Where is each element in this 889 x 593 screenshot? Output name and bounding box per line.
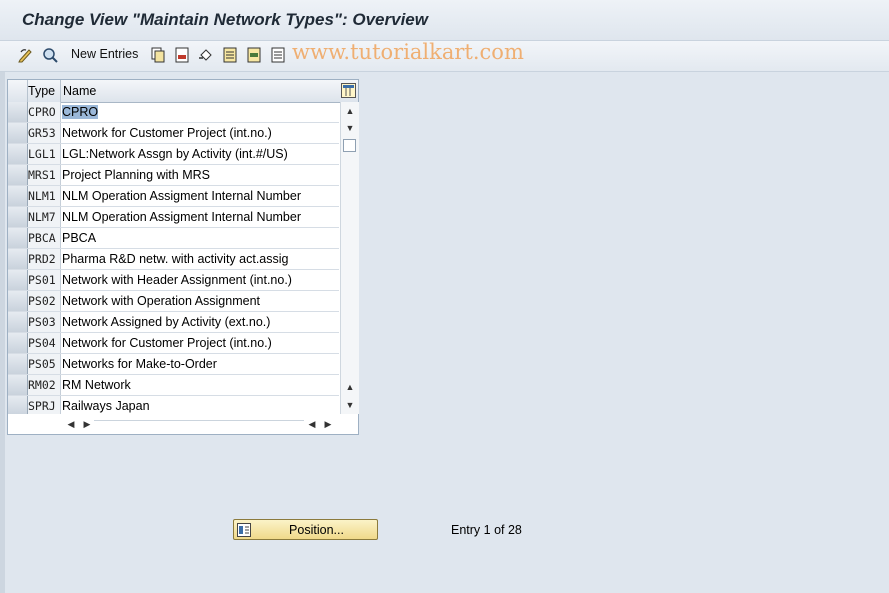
position-button-label: Position... [289,523,344,537]
table-row: RM02 RM Network [8,375,339,396]
row-selector[interactable] [8,186,28,206]
row-selector[interactable] [8,228,28,248]
column-header-type[interactable]: Type [28,84,55,98]
name-text: CPRO [62,105,99,119]
row-selector[interactable] [8,354,28,374]
row-selector[interactable] [8,165,28,185]
name-cell[interactable]: NLM Operation Assigment Internal Number [61,207,340,227]
type-cell: GR53 [28,123,61,143]
select-all-column-header[interactable] [8,80,28,102]
name-cell[interactable]: LGL:Network Assgn by Activity (int.#/US) [61,144,340,164]
left-border [0,72,5,593]
select-all-icon[interactable] [220,46,240,64]
type-cell: PS03 [28,312,61,332]
scroll-right-end-icon[interactable]: ▶ [322,418,334,430]
table-row: CPRO CPRO [8,102,339,123]
row-selector[interactable] [8,396,28,416]
details-icon[interactable] [40,46,60,64]
type-cell: PS02 [28,291,61,311]
table-row: LGL1 LGL:Network Assgn by Activity (int.… [8,144,339,165]
table-body: CPRO CPRO GR53 Network for Customer Proj… [8,102,339,417]
name-cell[interactable]: Network Assigned by Activity (ext.no.) [61,312,340,332]
scroll-left-icon[interactable]: ◀ [65,418,77,430]
entry-counter: Entry 1 of 28 [451,523,522,537]
type-cell: MRS1 [28,165,61,185]
scroll-down-icon[interactable]: ▼ [344,122,356,134]
row-selector[interactable] [8,249,28,269]
application-toolbar: New Entries www.tutorialkart.com [0,40,889,72]
type-cell: PBCA [28,228,61,248]
delete-icon[interactable] [172,46,192,64]
display-change-icon[interactable] [16,46,36,64]
type-cell: PS05 [28,354,61,374]
scroll-left-end-icon[interactable]: ◀ [306,418,318,430]
table-settings-icon[interactable] [341,83,356,98]
column-separator [60,80,61,102]
undo-icon[interactable] [196,46,216,64]
deselect-all-icon[interactable] [268,46,288,64]
table-row: PS03 Network Assigned by Activity (ext.n… [8,312,339,333]
type-cell: SPRJ [28,396,61,416]
name-cell[interactable]: Railways Japan [61,396,340,416]
row-selector[interactable] [8,312,28,332]
scroll-thumb[interactable] [343,139,356,152]
scroll-up-icon[interactable]: ▲ [344,105,356,117]
select-block-icon[interactable] [244,46,264,64]
row-selector[interactable] [8,102,28,122]
page-title: Change View "Maintain Network Types": Ov… [22,10,428,29]
copy-icon[interactable] [148,46,168,64]
horizontal-track[interactable] [94,420,304,429]
name-cell[interactable]: Networks for Make-to-Order [61,354,340,374]
table-row: NLM1 NLM Operation Assigment Internal Nu… [8,186,339,207]
table-row: PS05 Networks for Make-to-Order [8,354,339,375]
type-cell: PS04 [28,333,61,353]
new-entries-button[interactable]: New Entries [71,47,138,61]
table-row: MRS1 Project Planning with MRS [8,165,339,186]
type-cell: RM02 [28,375,61,395]
page-down-icon[interactable]: ▼ [344,399,356,411]
watermark-text: www.tutorialkart.com [292,40,524,64]
table-row: NLM7 NLM Operation Assigment Internal Nu… [8,207,339,228]
table-row: PRD2 Pharma R&D netw. with activity act.… [8,249,339,270]
table-row: PBCA PBCA [8,228,339,249]
name-cell[interactable]: Pharma R&D netw. with activity act.assig [61,249,340,269]
name-cell[interactable]: NLM Operation Assigment Internal Number [61,186,340,206]
name-cell[interactable]: CPRO [61,102,340,122]
table-row: PS04 Network for Customer Project (int.n… [8,333,339,354]
type-cell: CPRO [28,102,61,122]
name-cell[interactable]: Network for Customer Project (int.no.) [61,123,340,143]
vertical-scrollbar[interactable]: ▲ ▼ ▲ ▼ [340,102,359,414]
scroll-right-icon[interactable]: ▶ [81,418,93,430]
type-cell: PS01 [28,270,61,290]
name-cell[interactable]: PBCA [61,228,340,248]
horizontal-scrollbar[interactable]: ◀ ▶ ◀ ▶ [8,414,358,434]
table-row: PS01 Network with Header Assignment (int… [8,270,339,291]
page-up-icon[interactable]: ▲ [344,381,356,393]
row-selector[interactable] [8,123,28,143]
name-cell[interactable]: Network for Customer Project (int.no.) [61,333,340,353]
table-header: Type Name [8,80,358,103]
row-selector[interactable] [8,375,28,395]
type-cell: LGL1 [28,144,61,164]
table-row: GR53 Network for Customer Project (int.n… [8,123,339,144]
title-bar: Change View "Maintain Network Types": Ov… [0,0,889,41]
name-cell[interactable]: Network with Header Assignment (int.no.) [61,270,340,290]
name-cell[interactable]: Network with Operation Assignment [61,291,340,311]
row-selector[interactable] [8,207,28,227]
row-selector[interactable] [8,291,28,311]
table-control: Type Name CPRO CPRO GR53 Network for Cus… [7,79,359,435]
name-cell[interactable]: RM Network [61,375,340,395]
table-row: PS02 Network with Operation Assignment [8,291,339,312]
row-selector[interactable] [8,144,28,164]
type-cell: PRD2 [28,249,61,269]
name-cell[interactable]: Project Planning with MRS [61,165,340,185]
type-cell: NLM7 [28,207,61,227]
row-selector[interactable] [8,270,28,290]
type-cell: NLM1 [28,186,61,206]
column-header-name[interactable]: Name [63,84,96,98]
position-button[interactable]: Position... [233,519,378,540]
row-selector[interactable] [8,333,28,353]
